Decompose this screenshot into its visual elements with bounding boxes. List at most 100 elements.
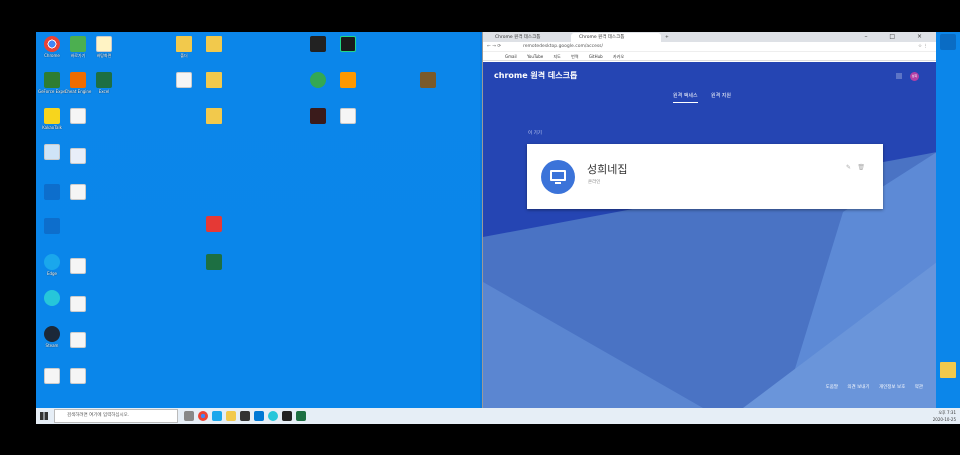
page-brand: chrome 원격 데스크톱 <box>494 71 578 80</box>
delete-icon[interactable]: 🗑 <box>857 164 865 171</box>
device-card[interactable]: 성희네집 온라인 ✎ 🗑 <box>527 144 883 209</box>
folder-icon <box>176 36 192 52</box>
taskbar-explorer-icon[interactable] <box>226 411 236 421</box>
desktop-icon-doc-8[interactable] <box>64 332 92 348</box>
footer-link[interactable]: 의견 보내기 <box>847 385 869 390</box>
desktop-icon-steam[interactable]: Steam <box>38 326 66 348</box>
desktop-icon-cheat-engine[interactable]: Cheat Engine <box>64 72 92 94</box>
desktop-screen: Chrome 바로가기 바탕화면 폴더 GeForce Experience C… <box>36 32 960 424</box>
desktop-icon-sublime[interactable] <box>334 72 362 88</box>
footer-link[interactable]: 약관 <box>915 385 923 390</box>
address-bar[interactable]: ← → ⟳ remotedesktop.google.com/access/ ☆… <box>483 42 936 52</box>
desktop-icon-folder[interactable]: 폴더 <box>170 36 198 58</box>
document-icon <box>70 108 86 124</box>
cheat-engine-icon <box>70 72 86 88</box>
desktop-icon-file[interactable] <box>170 72 198 88</box>
desktop-icon-shortcut-2[interactable] <box>38 184 66 200</box>
desktop-icon-recycle[interactable] <box>934 362 960 378</box>
app-icon <box>310 108 326 124</box>
edge-icon <box>44 254 60 270</box>
desktop-icon-maps[interactable] <box>304 72 332 88</box>
folder-icon <box>206 108 222 124</box>
tab-inactive[interactable]: Chrome 원격 데스크톱 <box>487 33 567 42</box>
kakaotalk-icon <box>44 108 60 124</box>
geforce-icon <box>44 72 60 88</box>
document-icon <box>44 368 60 384</box>
clock-time: 오후 7:31 <box>938 410 956 415</box>
vscode-icon <box>940 34 956 50</box>
taskbar-store-icon[interactable] <box>240 411 250 421</box>
desktop-icon-file-2[interactable] <box>414 72 442 88</box>
desktop-icon-shortcut[interactable]: 바로가기 <box>64 36 92 58</box>
bookmark-item[interactable]: YouTube <box>527 54 543 59</box>
section-title: 이 기기 <box>528 131 542 136</box>
desktop-icon-pdf[interactable] <box>200 216 228 232</box>
bookmark-item[interactable]: 카카오 <box>613 54 624 59</box>
desktop-icon-doc-6[interactable] <box>64 258 92 274</box>
app-icon <box>310 36 326 52</box>
desktop-icon-doc-5[interactable] <box>64 184 92 200</box>
avatar[interactable]: 성희 <box>910 72 919 81</box>
desktop-icon-app[interactable] <box>304 36 332 52</box>
desktop-icon-doc-9[interactable] <box>38 368 66 384</box>
document-icon <box>70 184 86 200</box>
document-icon <box>176 72 192 88</box>
document-icon <box>70 368 86 384</box>
bookmark-item[interactable]: 번역 <box>571 54 578 59</box>
desktop-icon-folder-3[interactable] <box>200 72 228 88</box>
desktop-icon-excel[interactable]: Excel <box>90 72 118 94</box>
device-status: 온라인 <box>588 180 601 185</box>
bookmark-item[interactable]: 지도 <box>554 54 561 59</box>
desktop-icon-edge[interactable]: Edge <box>38 254 66 276</box>
windows-start-icon[interactable] <box>40 412 48 420</box>
task-view-icon[interactable] <box>184 411 194 421</box>
desktop-icon-vscode[interactable] <box>934 34 960 50</box>
url-text[interactable]: remotedesktop.google.com/access/ <box>523 42 603 52</box>
computer-icon <box>541 160 575 194</box>
desktop-icon-doc-2[interactable] <box>64 108 92 124</box>
desktop-icon-doc-7[interactable] <box>64 296 92 312</box>
tab-remote-access[interactable]: 원격 액세스 <box>673 92 698 103</box>
desktop-icon-doc[interactable]: 바탕화면 <box>90 36 118 58</box>
taskbar-app-icon[interactable] <box>282 411 292 421</box>
system-tray[interactable]: 오후 7:31 2020-10-25 <box>933 409 956 423</box>
pycharm-icon <box>340 36 356 52</box>
desktop-icon-doc-10[interactable] <box>64 368 92 384</box>
taskbar: 검색하려면 여기에 입력하십시오. 오후 7:31 2020-10-25 <box>36 408 960 424</box>
desktop-icon-chrome[interactable]: Chrome <box>38 36 66 58</box>
desktop-icon-kakaotalk[interactable]: KakaoTalk <box>38 108 66 130</box>
bookmark-item[interactable]: Gmail <box>505 54 517 59</box>
new-tab-button[interactable]: + <box>663 33 673 42</box>
tab-active[interactable]: Chrome 원격 데스크톱 <box>571 33 661 42</box>
taskbar-search-input[interactable]: 검색하려면 여기에 입력하십시오. <box>54 409 178 423</box>
bookmarks-bar: Gmail YouTube 지도 번역 GitHub 카카오 <box>483 52 936 61</box>
edit-icon[interactable]: ✎ <box>846 164 851 171</box>
taskbar-edge-beta-icon[interactable] <box>268 411 278 421</box>
tab-remote-support[interactable]: 원격 지원 <box>711 92 731 99</box>
clock-date: 2020-10-25 <box>932 417 956 422</box>
apps-grid-icon[interactable] <box>896 73 902 79</box>
desktop-icon-folder-4[interactable] <box>200 108 228 124</box>
footer-link[interactable]: 도움말 <box>826 385 838 390</box>
window-controls[interactable]: – □ × <box>864 32 932 42</box>
bookmark-item[interactable]: GitHub <box>589 54 603 59</box>
desktop-icon-pycharm[interactable] <box>334 36 362 52</box>
taskbar-chrome-icon[interactable] <box>198 411 208 421</box>
desktop-icon-avatar[interactable] <box>304 108 332 124</box>
desktop-icon-file-3[interactable] <box>334 108 362 124</box>
desktop-icon-geforce[interactable]: GeForce Experience <box>38 72 66 94</box>
taskbar-mail-icon[interactable] <box>254 411 264 421</box>
taskbar-excel-icon[interactable] <box>296 411 306 421</box>
desktop-icon-doc-3[interactable] <box>38 144 66 160</box>
document-icon <box>96 36 112 52</box>
desktop-icon-doc-4[interactable] <box>64 148 92 164</box>
desktop-icon-shortcut-3[interactable] <box>38 218 66 234</box>
nav-arrows-icon[interactable]: ← → ⟳ <box>487 42 501 52</box>
taskbar-edge-icon[interactable] <box>212 411 222 421</box>
excel-icon <box>206 254 222 270</box>
desktop-icon-excel-2[interactable] <box>200 254 228 270</box>
toolbar-icons[interactable]: ☆ ⋮ <box>918 42 928 52</box>
desktop-icon-edge-2[interactable] <box>38 290 66 306</box>
desktop-icon-folder-2[interactable] <box>200 36 228 52</box>
footer-link[interactable]: 개인정보 보호 <box>879 385 905 390</box>
